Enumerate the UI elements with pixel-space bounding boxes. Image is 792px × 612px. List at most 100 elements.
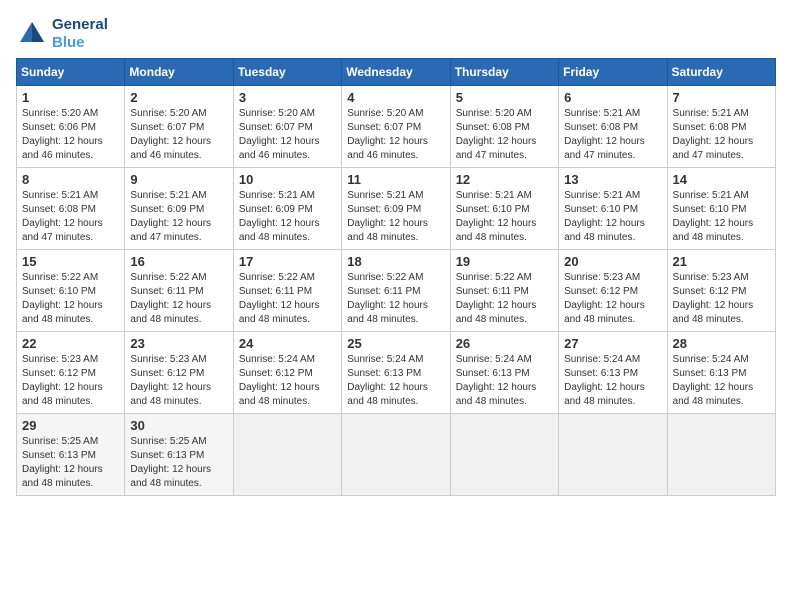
calendar-header-row: SundayMondayTuesdayWednesdayThursdayFrid… — [17, 59, 776, 86]
day-info: Sunrise: 5:20 AM Sunset: 6:07 PM Dayligh… — [239, 107, 336, 163]
calendar-cell: 27 Sunrise: 5:24 AM Sunset: 6:13 PM Dayl… — [559, 332, 667, 414]
header-tuesday: Tuesday — [233, 59, 341, 86]
day-info: Sunrise: 5:24 AM Sunset: 6:13 PM Dayligh… — [673, 353, 770, 409]
day-info: Sunrise: 5:20 AM Sunset: 6:08 PM Dayligh… — [456, 107, 553, 163]
day-info: Sunrise: 5:21 AM Sunset: 6:08 PM Dayligh… — [673, 107, 770, 163]
day-info: Sunrise: 5:20 AM Sunset: 6:07 PM Dayligh… — [347, 107, 444, 163]
header-sunday: Sunday — [17, 59, 125, 86]
day-number: 24 — [239, 336, 336, 351]
day-number: 30 — [130, 418, 227, 433]
day-number: 7 — [673, 90, 770, 105]
day-info: Sunrise: 5:23 AM Sunset: 6:12 PM Dayligh… — [564, 271, 661, 327]
day-info: Sunrise: 5:21 AM Sunset: 6:08 PM Dayligh… — [22, 189, 119, 245]
header: GeneralBlue — [16, 16, 776, 52]
day-number: 15 — [22, 254, 119, 269]
day-number: 13 — [564, 172, 661, 187]
calendar-cell: 3 Sunrise: 5:20 AM Sunset: 6:07 PM Dayli… — [233, 86, 341, 168]
calendar: SundayMondayTuesdayWednesdayThursdayFrid… — [16, 58, 776, 496]
day-info: Sunrise: 5:25 AM Sunset: 6:13 PM Dayligh… — [130, 435, 227, 491]
calendar-cell: 8 Sunrise: 5:21 AM Sunset: 6:08 PM Dayli… — [17, 168, 125, 250]
calendar-cell: 29 Sunrise: 5:25 AM Sunset: 6:13 PM Dayl… — [17, 414, 125, 496]
day-info: Sunrise: 5:21 AM Sunset: 6:10 PM Dayligh… — [673, 189, 770, 245]
day-number: 25 — [347, 336, 444, 351]
day-info: Sunrise: 5:22 AM Sunset: 6:11 PM Dayligh… — [456, 271, 553, 327]
calendar-cell — [233, 414, 341, 496]
calendar-cell: 10 Sunrise: 5:21 AM Sunset: 6:09 PM Dayl… — [233, 168, 341, 250]
calendar-cell: 21 Sunrise: 5:23 AM Sunset: 6:12 PM Dayl… — [667, 250, 775, 332]
day-number: 6 — [564, 90, 661, 105]
day-info: Sunrise: 5:23 AM Sunset: 6:12 PM Dayligh… — [22, 353, 119, 409]
calendar-cell: 4 Sunrise: 5:20 AM Sunset: 6:07 PM Dayli… — [342, 86, 450, 168]
calendar-week-4: 22 Sunrise: 5:23 AM Sunset: 6:12 PM Dayl… — [17, 332, 776, 414]
calendar-cell: 16 Sunrise: 5:22 AM Sunset: 6:11 PM Dayl… — [125, 250, 233, 332]
day-number: 21 — [673, 254, 770, 269]
day-info: Sunrise: 5:24 AM Sunset: 6:13 PM Dayligh… — [456, 353, 553, 409]
day-number: 1 — [22, 90, 119, 105]
calendar-cell: 13 Sunrise: 5:21 AM Sunset: 6:10 PM Dayl… — [559, 168, 667, 250]
calendar-cell: 20 Sunrise: 5:23 AM Sunset: 6:12 PM Dayl… — [559, 250, 667, 332]
header-wednesday: Wednesday — [342, 59, 450, 86]
day-info: Sunrise: 5:22 AM Sunset: 6:11 PM Dayligh… — [130, 271, 227, 327]
calendar-cell: 14 Sunrise: 5:21 AM Sunset: 6:10 PM Dayl… — [667, 168, 775, 250]
logo-icon — [16, 18, 48, 50]
day-number: 8 — [22, 172, 119, 187]
calendar-cell: 1 Sunrise: 5:20 AM Sunset: 6:06 PM Dayli… — [17, 86, 125, 168]
calendar-week-3: 15 Sunrise: 5:22 AM Sunset: 6:10 PM Dayl… — [17, 250, 776, 332]
calendar-cell — [667, 414, 775, 496]
calendar-cell: 26 Sunrise: 5:24 AM Sunset: 6:13 PM Dayl… — [450, 332, 558, 414]
day-number: 5 — [456, 90, 553, 105]
day-number: 10 — [239, 172, 336, 187]
calendar-week-2: 8 Sunrise: 5:21 AM Sunset: 6:08 PM Dayli… — [17, 168, 776, 250]
day-info: Sunrise: 5:21 AM Sunset: 6:09 PM Dayligh… — [239, 189, 336, 245]
calendar-week-1: 1 Sunrise: 5:20 AM Sunset: 6:06 PM Dayli… — [17, 86, 776, 168]
calendar-cell: 15 Sunrise: 5:22 AM Sunset: 6:10 PM Dayl… — [17, 250, 125, 332]
calendar-cell: 11 Sunrise: 5:21 AM Sunset: 6:09 PM Dayl… — [342, 168, 450, 250]
header-thursday: Thursday — [450, 59, 558, 86]
header-friday: Friday — [559, 59, 667, 86]
calendar-cell: 22 Sunrise: 5:23 AM Sunset: 6:12 PM Dayl… — [17, 332, 125, 414]
calendar-week-5: 29 Sunrise: 5:25 AM Sunset: 6:13 PM Dayl… — [17, 414, 776, 496]
day-info: Sunrise: 5:21 AM Sunset: 6:10 PM Dayligh… — [456, 189, 553, 245]
calendar-cell: 12 Sunrise: 5:21 AM Sunset: 6:10 PM Dayl… — [450, 168, 558, 250]
day-info: Sunrise: 5:23 AM Sunset: 6:12 PM Dayligh… — [130, 353, 227, 409]
calendar-cell: 24 Sunrise: 5:24 AM Sunset: 6:12 PM Dayl… — [233, 332, 341, 414]
day-number: 17 — [239, 254, 336, 269]
day-info: Sunrise: 5:20 AM Sunset: 6:07 PM Dayligh… — [130, 107, 227, 163]
day-info: Sunrise: 5:20 AM Sunset: 6:06 PM Dayligh… — [22, 107, 119, 163]
day-number: 14 — [673, 172, 770, 187]
day-number: 23 — [130, 336, 227, 351]
day-number: 3 — [239, 90, 336, 105]
day-info: Sunrise: 5:25 AM Sunset: 6:13 PM Dayligh… — [22, 435, 119, 491]
calendar-cell: 17 Sunrise: 5:22 AM Sunset: 6:11 PM Dayl… — [233, 250, 341, 332]
calendar-cell: 23 Sunrise: 5:23 AM Sunset: 6:12 PM Dayl… — [125, 332, 233, 414]
calendar-cell: 9 Sunrise: 5:21 AM Sunset: 6:09 PM Dayli… — [125, 168, 233, 250]
header-monday: Monday — [125, 59, 233, 86]
day-number: 19 — [456, 254, 553, 269]
day-info: Sunrise: 5:22 AM Sunset: 6:11 PM Dayligh… — [347, 271, 444, 327]
day-number: 2 — [130, 90, 227, 105]
day-info: Sunrise: 5:22 AM Sunset: 6:10 PM Dayligh… — [22, 271, 119, 327]
calendar-cell — [342, 414, 450, 496]
day-info: Sunrise: 5:21 AM Sunset: 6:08 PM Dayligh… — [564, 107, 661, 163]
day-info: Sunrise: 5:24 AM Sunset: 6:13 PM Dayligh… — [347, 353, 444, 409]
day-number: 11 — [347, 172, 444, 187]
day-info: Sunrise: 5:22 AM Sunset: 6:11 PM Dayligh… — [239, 271, 336, 327]
day-number: 4 — [347, 90, 444, 105]
calendar-cell: 30 Sunrise: 5:25 AM Sunset: 6:13 PM Dayl… — [125, 414, 233, 496]
header-saturday: Saturday — [667, 59, 775, 86]
day-number: 12 — [456, 172, 553, 187]
day-info: Sunrise: 5:23 AM Sunset: 6:12 PM Dayligh… — [673, 271, 770, 327]
calendar-cell: 19 Sunrise: 5:22 AM Sunset: 6:11 PM Dayl… — [450, 250, 558, 332]
logo: GeneralBlue — [16, 16, 108, 52]
day-number: 27 — [564, 336, 661, 351]
day-number: 22 — [22, 336, 119, 351]
day-number: 28 — [673, 336, 770, 351]
logo-text: GeneralBlue — [52, 16, 108, 52]
calendar-cell — [559, 414, 667, 496]
day-info: Sunrise: 5:24 AM Sunset: 6:13 PM Dayligh… — [564, 353, 661, 409]
calendar-cell: 5 Sunrise: 5:20 AM Sunset: 6:08 PM Dayli… — [450, 86, 558, 168]
calendar-cell: 25 Sunrise: 5:24 AM Sunset: 6:13 PM Dayl… — [342, 332, 450, 414]
calendar-cell: 18 Sunrise: 5:22 AM Sunset: 6:11 PM Dayl… — [342, 250, 450, 332]
calendar-cell: 2 Sunrise: 5:20 AM Sunset: 6:07 PM Dayli… — [125, 86, 233, 168]
day-info: Sunrise: 5:21 AM Sunset: 6:09 PM Dayligh… — [347, 189, 444, 245]
